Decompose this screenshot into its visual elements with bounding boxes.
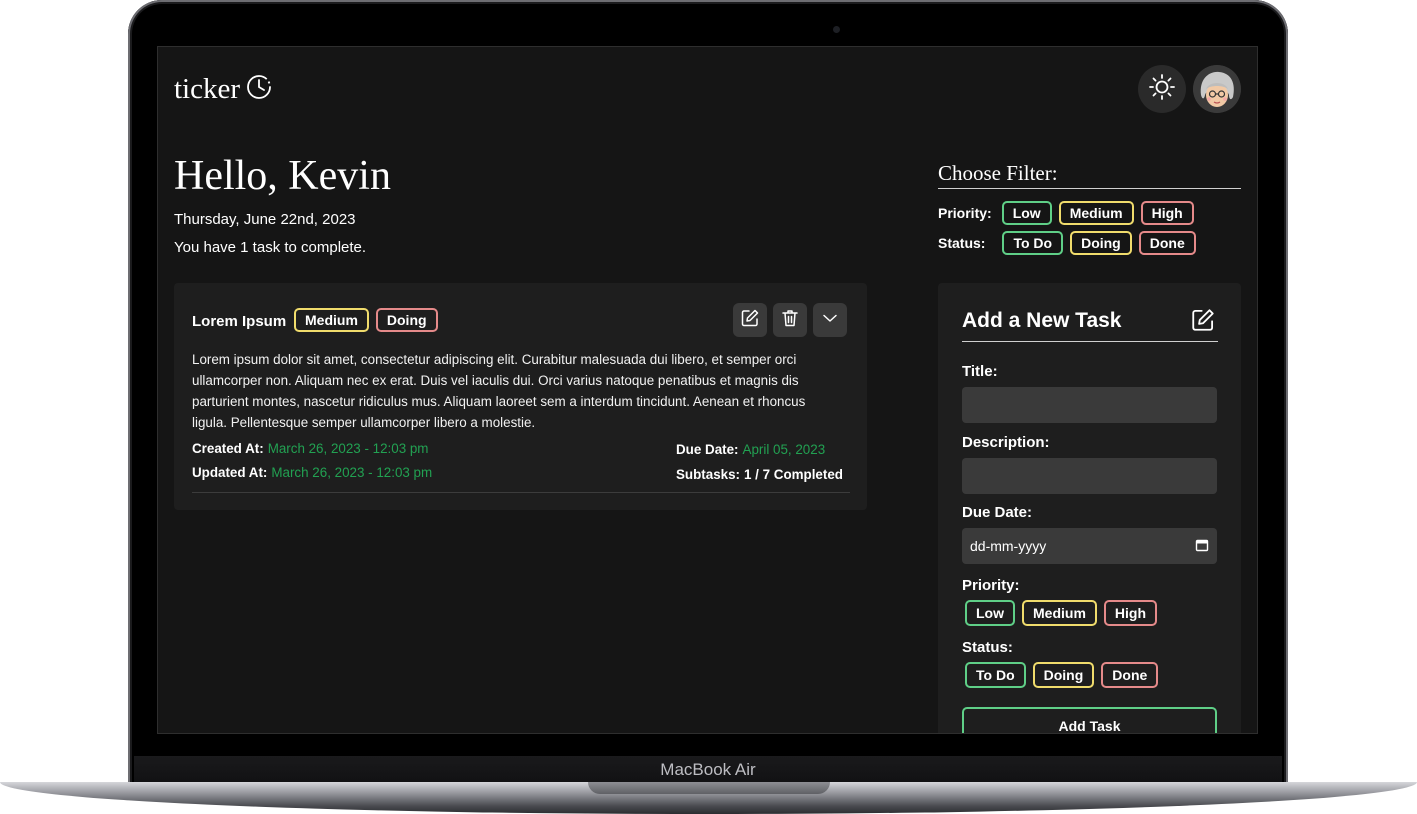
theme-toggle-button[interactable] <box>1138 65 1186 113</box>
filter-priority-label: Priority: <box>938 205 992 221</box>
title-label: Title: <box>962 363 998 380</box>
logo[interactable]: ticker <box>174 73 272 106</box>
subtasks-label: Subtasks: <box>676 467 740 482</box>
description-input[interactable] <box>962 458 1217 494</box>
camera <box>833 26 840 33</box>
task-created: Created At: March 26, 2023 - 12:03 pm <box>192 441 428 456</box>
status-label: Status: <box>962 639 1013 656</box>
title-input[interactable] <box>962 387 1217 423</box>
filter-priority-row: Priority: Low Medium High <box>938 201 1201 225</box>
status-todo-option[interactable]: To Do <box>965 662 1026 688</box>
add-task-form: Add a New Task Title: Description: Due D… <box>938 283 1241 733</box>
current-date: Thursday, June 22nd, 2023 <box>174 211 356 228</box>
delete-task-button[interactable] <box>773 303 807 337</box>
device-label: MacBook Air <box>134 756 1282 784</box>
due-label: Due Date: <box>676 442 739 457</box>
task-description: Lorem ipsum dolor sit amet, consectetur … <box>192 352 806 430</box>
sun-icon <box>1148 73 1176 106</box>
task-actions <box>733 303 847 337</box>
due-date-placeholder: dd-mm-yyyy <box>970 538 1047 554</box>
task-due: Due Date: April 05, 2023 <box>676 442 825 457</box>
filter-priority-high[interactable]: High <box>1140 201 1194 225</box>
edit-icon <box>1190 307 1216 338</box>
task-title: Lorem Ipsum <box>192 313 287 330</box>
add-task-button[interactable]: Add Task <box>962 707 1217 733</box>
status-options: To Do Doing Done <box>965 662 1159 688</box>
avatar[interactable] <box>1193 65 1241 113</box>
app-screen: ticker Hello, Kevin Thursday, June 22nd,… <box>157 46 1258 734</box>
updated-value: March 26, 2023 - 12:03 pm <box>271 465 433 480</box>
due-value: April 05, 2023 <box>742 442 826 457</box>
status-done-option[interactable]: Done <box>1101 662 1159 688</box>
form-title: Add a New Task <box>962 309 1122 332</box>
expand-task-button[interactable] <box>813 303 847 337</box>
filter-title: Choose Filter: <box>938 161 1058 185</box>
edit-icon <box>740 308 760 333</box>
filter-status-row: Status: To Do Doing Done <box>938 231 1203 255</box>
chevron-down-icon <box>821 309 839 332</box>
filter-priority-medium[interactable]: Medium <box>1058 201 1134 225</box>
priority-medium-option[interactable]: Medium <box>1022 600 1097 626</box>
calendar-icon[interactable] <box>1195 538 1209 555</box>
task-subtasks: Subtasks: 1 / 7 Completed <box>676 467 843 482</box>
priority-label: Priority: <box>962 577 1020 594</box>
priority-options: Low Medium High <box>965 600 1157 626</box>
task-badges: Medium Doing <box>294 308 438 332</box>
due-date-input[interactable]: dd-mm-yyyy <box>962 528 1217 564</box>
task-card[interactable]: Lorem Ipsum Medium Doing Lorem ipsum dol… <box>174 283 867 510</box>
created-label: Created At: <box>192 441 264 456</box>
status-doing-option[interactable]: Doing <box>1032 662 1095 688</box>
priority-high-option[interactable]: High <box>1103 600 1157 626</box>
clock-icon <box>246 74 272 105</box>
logo-text: ticker <box>174 73 241 105</box>
task-updated: Updated At: March 26, 2023 - 12:03 pm <box>192 465 432 480</box>
created-value: March 26, 2023 - 12:03 pm <box>267 441 429 456</box>
subtasks-value: 1 / 7 Completed <box>744 467 843 482</box>
divider <box>962 341 1218 342</box>
divider <box>192 492 850 493</box>
priority-low-option[interactable]: Low <box>965 600 1015 626</box>
due-date-label: Due Date: <box>962 504 1033 521</box>
description-label: Description: <box>962 434 1050 451</box>
filter-status-label: Status: <box>938 235 986 251</box>
trash-icon <box>780 308 800 333</box>
task-count-text: You have 1 task to complete. <box>174 239 367 256</box>
divider <box>938 188 1241 189</box>
filter-status-doing[interactable]: Doing <box>1070 231 1132 255</box>
filter-status-todo[interactable]: To Do <box>1002 231 1064 255</box>
task-priority-badge: Medium <box>294 308 369 332</box>
page-title: Hello, Kevin <box>174 153 391 199</box>
laptop-notch <box>588 782 830 794</box>
edit-task-button[interactable] <box>733 303 767 337</box>
task-status-badge: Doing <box>375 308 438 332</box>
filter-priority-low[interactable]: Low <box>1001 201 1052 225</box>
filter-status-done[interactable]: Done <box>1138 231 1196 255</box>
updated-label: Updated At: <box>192 465 268 480</box>
